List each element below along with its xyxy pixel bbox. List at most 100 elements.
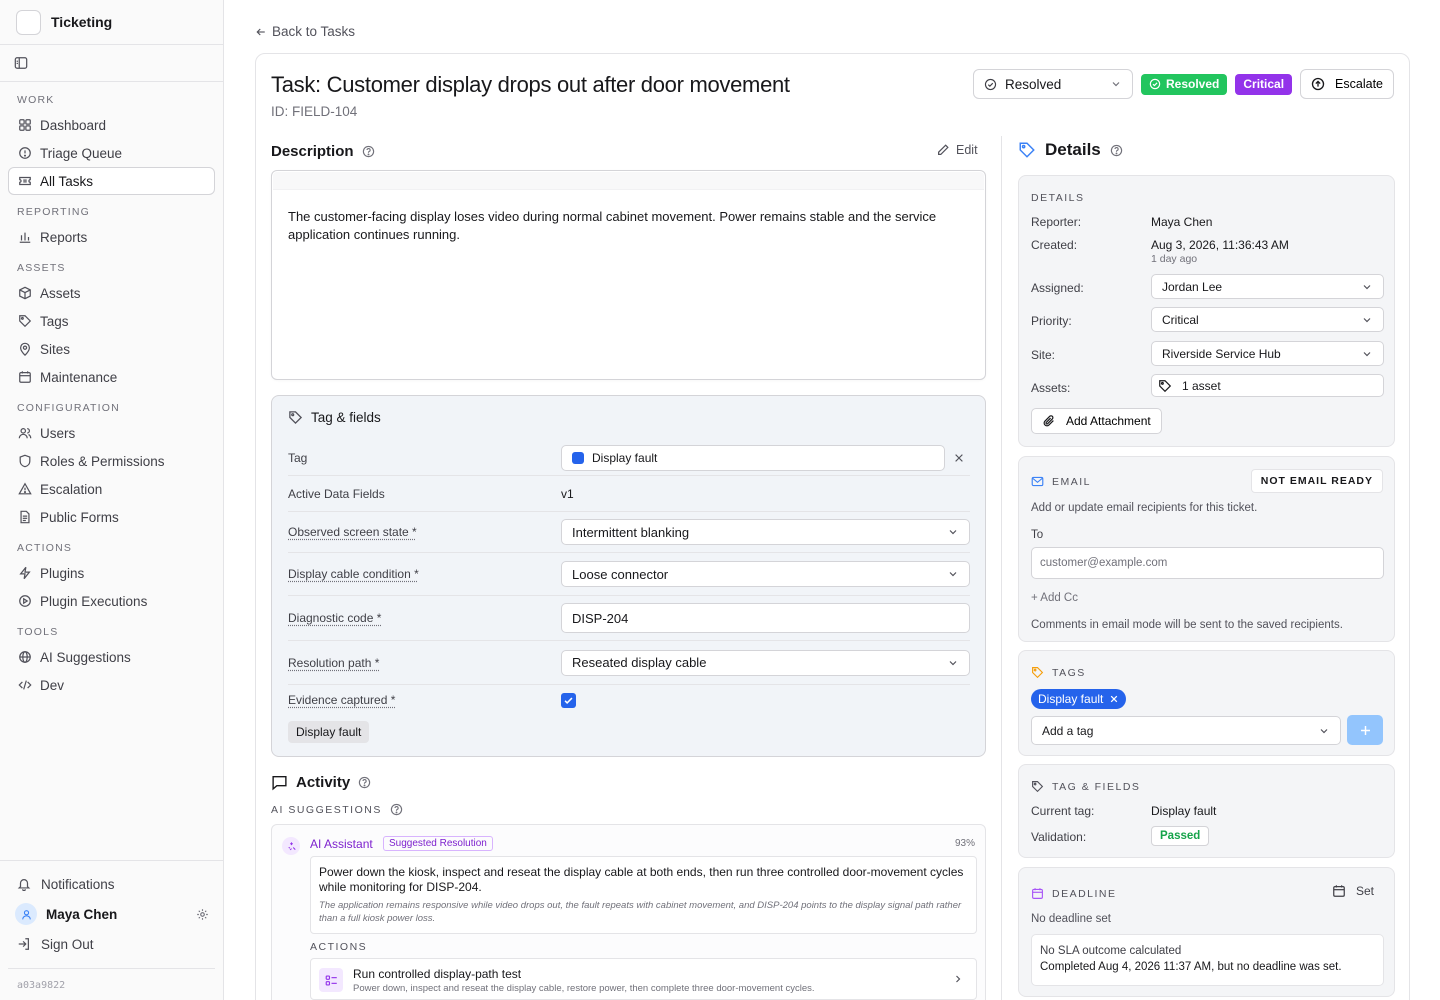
escalate-button[interactable]: Escalate xyxy=(1300,69,1394,99)
sidebar-item-escalation[interactable]: Escalation xyxy=(0,475,215,503)
sidebar-item-plugin-executions[interactable]: Plugin Executions xyxy=(0,587,215,615)
file-text-icon xyxy=(17,510,32,525)
current-tag-label: Current tag: xyxy=(1031,804,1095,818)
help-circle-icon[interactable] xyxy=(358,776,371,789)
tag-fields-heading: Tag & fields xyxy=(288,410,381,425)
diagnostic-code-input[interactable]: DISP-204 xyxy=(561,603,970,633)
sidebar-toggle[interactable] xyxy=(0,45,223,82)
notifications-label: Notifications xyxy=(41,876,115,892)
deadline-panel: DEADLINE Set No deadline set No SLA outc… xyxy=(1018,867,1395,997)
sidebar-item-label: Plugins xyxy=(40,565,85,581)
tag-select[interactable]: Display fault xyxy=(561,444,945,471)
active-fields-value: v1 xyxy=(561,486,574,501)
sidebar-item-label: Tags xyxy=(40,313,69,329)
sidebar-item-users[interactable]: Users xyxy=(0,419,215,447)
add-tag-button[interactable] xyxy=(1347,715,1383,745)
ai-action-item[interactable]: Run controlled display-path test Power d… xyxy=(310,958,977,1000)
add-cc-button[interactable]: + Add Cc xyxy=(1031,592,1078,604)
priority-label: Priority: xyxy=(1031,314,1072,328)
edit-description-button[interactable]: Edit xyxy=(936,143,978,157)
field-row: Evidence captured * xyxy=(288,685,970,715)
sidebar-item-plugins[interactable]: Plugins xyxy=(0,559,215,587)
assignee-select[interactable]: Jordan Lee xyxy=(1151,274,1384,299)
sidebar-item-dashboard[interactable]: Dashboard xyxy=(0,111,215,139)
chevron-down-icon xyxy=(1361,314,1373,326)
email-note: Comments in email mode will be sent to t… xyxy=(1031,619,1343,631)
ai-actions-label: ACTIONS xyxy=(310,941,368,953)
priority-select[interactable]: Critical xyxy=(1151,307,1384,332)
field-label: Observed screen state * xyxy=(288,525,417,539)
back-to-tasks-link[interactable]: Back to Tasks xyxy=(255,24,355,39)
sidebar-item-label: Public Forms xyxy=(40,509,119,525)
resolution-path-select[interactable]: Reseated display cable xyxy=(561,649,970,676)
sidebar-item-maintenance[interactable]: Maintenance xyxy=(0,363,215,391)
app-name: Ticketing xyxy=(51,14,113,30)
ai-suggestion-card: AI Assistant Suggested Resolution 93% Po… xyxy=(271,824,986,1000)
sidebar-item-assets[interactable]: Assets xyxy=(0,279,215,307)
ai-suggestion-body: Power down the kiosk, inspect and reseat… xyxy=(310,856,977,934)
brand[interactable]: Ticketing xyxy=(0,0,223,45)
add-attachment-button[interactable]: Add Attachment xyxy=(1031,408,1162,434)
description-editor[interactable]: The customer-facing display loses video … xyxy=(271,170,986,380)
field-value: DISP-204 xyxy=(572,610,629,626)
sidebar-item-ai-suggestions[interactable]: AI Suggestions xyxy=(0,643,215,671)
current-tag-value: Display fault xyxy=(1151,804,1217,818)
close-icon[interactable] xyxy=(1109,694,1119,704)
add-tag-select[interactable]: Add a tag xyxy=(1031,716,1341,745)
sidebar-item-label: Dashboard xyxy=(40,117,107,133)
sidebar-item-tags[interactable]: Tags xyxy=(0,307,215,335)
sla-detail: Completed Aug 4, 2026 11:37 AM, but no d… xyxy=(1040,961,1342,973)
check-circle-icon xyxy=(1149,78,1161,90)
sidebar-item-label: Escalation xyxy=(40,481,103,497)
chevron-down-icon xyxy=(1318,725,1330,737)
site-select[interactable]: Riverside Service Hub xyxy=(1151,341,1384,366)
assigned-label: Assigned: xyxy=(1031,281,1084,295)
help-circle-icon[interactable] xyxy=(390,803,403,816)
grid-icon xyxy=(17,118,32,133)
sidebar-item-roles-permissions[interactable]: Roles & Permissions xyxy=(0,447,215,475)
sidebar-item-reports[interactable]: Reports xyxy=(0,223,215,251)
calendar-icon xyxy=(1332,884,1346,898)
description-heading: Description xyxy=(271,143,375,160)
set-deadline-button[interactable]: Set xyxy=(1332,884,1374,898)
field-row: Diagnostic code * DISP-204 xyxy=(288,596,970,641)
created-value: Aug 3, 2026, 11:36:43 AM xyxy=(1151,238,1289,252)
nav-section-reporting: REPORTING xyxy=(17,206,91,218)
tag-fields-summary-heading: TAG & FIELDS xyxy=(1031,780,1140,793)
display-cable-condition-select[interactable]: Loose connector xyxy=(561,561,970,587)
status-select[interactable]: Resolved xyxy=(973,69,1133,99)
task-id: ID: FIELD-104 xyxy=(271,104,358,119)
evidence-captured-checkbox[interactable] xyxy=(561,692,576,708)
assets-picker[interactable]: 1 asset xyxy=(1151,374,1384,397)
close-icon[interactable] xyxy=(953,452,965,464)
observed-screen-state-select[interactable]: Intermittent blanking xyxy=(561,519,970,545)
sign-out-link[interactable]: Sign Out xyxy=(0,929,223,959)
ai-action-description: Power down, inspect and reseat the displ… xyxy=(353,983,815,994)
help-circle-icon[interactable] xyxy=(1110,144,1123,157)
notifications-link[interactable]: Notifications xyxy=(0,869,223,899)
email-to-input[interactable]: customer@example.com xyxy=(1031,547,1384,579)
deadline-label: DEADLINE xyxy=(1052,887,1117,900)
sidebar-item-dev[interactable]: Dev xyxy=(0,671,215,699)
help-circle-icon[interactable] xyxy=(362,145,375,158)
field-label: Diagnostic code * xyxy=(288,611,382,625)
status-badge-label: Resolved xyxy=(1166,77,1220,91)
sla-outcome-box: No SLA outcome calculated Completed Aug … xyxy=(1031,934,1384,986)
sidebar-item-all-tasks[interactable]: All Tasks xyxy=(8,167,215,195)
bar-chart-icon xyxy=(17,230,32,245)
ticket-icon xyxy=(17,174,32,189)
sidebar-item-public-forms[interactable]: Public Forms xyxy=(0,503,215,531)
user-menu[interactable]: Maya Chen xyxy=(0,899,223,929)
task-card: Task: Customer display drops out after d… xyxy=(255,53,1410,1000)
sidebar-item-sites[interactable]: Sites xyxy=(0,335,215,363)
gear-icon[interactable] xyxy=(196,908,209,921)
nav-section-work: WORK xyxy=(17,94,55,106)
ai-reasoning-text: The application remains responsive while… xyxy=(319,900,962,924)
sidebar-item-triage-queue[interactable]: Triage Queue xyxy=(0,139,215,167)
column-divider xyxy=(1001,136,1002,1000)
tags-panel: TAGS Display fault Add a tag xyxy=(1018,650,1395,756)
sidebar-toggle-icon[interactable] xyxy=(14,56,28,70)
sidebar-item-label: Dev xyxy=(40,677,65,693)
tag-value: Display fault xyxy=(592,450,658,465)
ai-assistant-name: AI Assistant xyxy=(310,837,373,851)
